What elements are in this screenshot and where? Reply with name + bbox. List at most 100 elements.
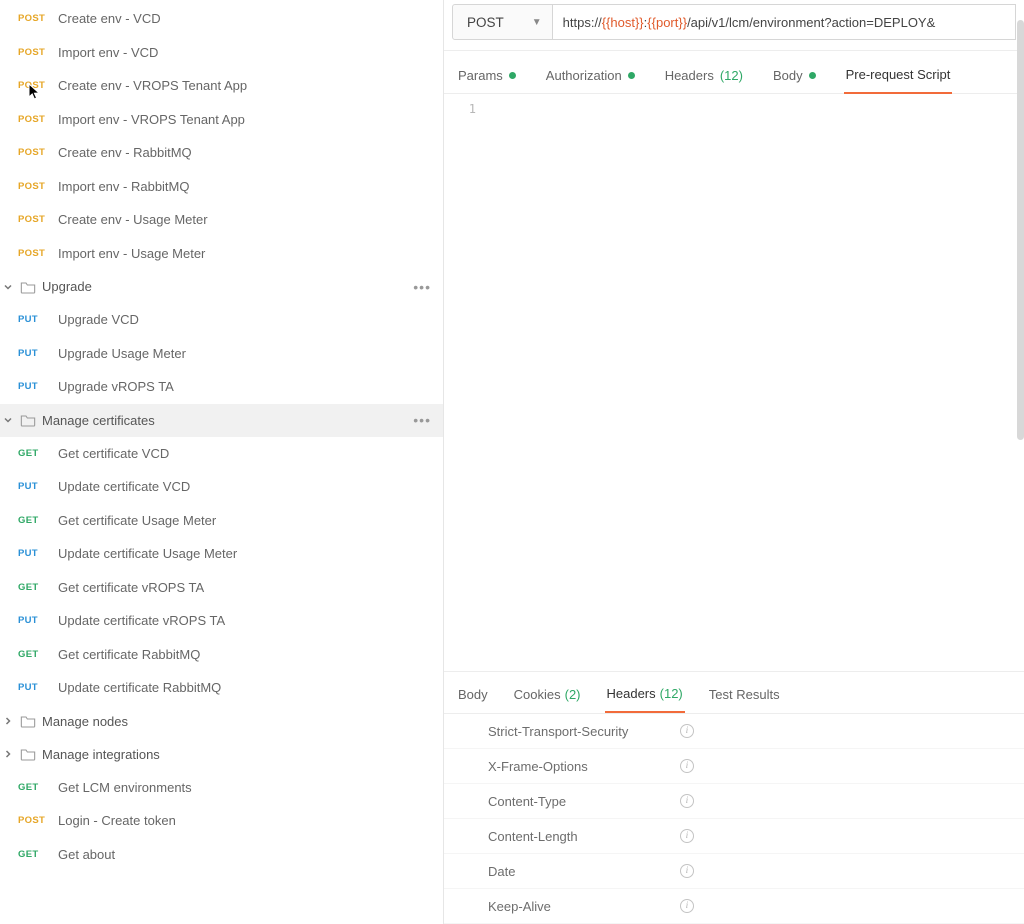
method-badge: POST (18, 214, 50, 225)
method-badge: POST (18, 181, 50, 192)
sidebar-request[interactable]: PUTUpdate certificate Usage Meter (0, 537, 443, 571)
info-icon[interactable]: i (680, 899, 694, 913)
method-badge: PUT (18, 615, 50, 626)
sidebar-request[interactable]: PUTUpgrade vROPS TA (0, 370, 443, 404)
folder-actions-icon[interactable]: ••• (413, 412, 431, 428)
sidebar-request[interactable]: GETGet certificate vROPS TA (0, 571, 443, 605)
request-label: Import env - RabbitMQ (58, 179, 190, 194)
method-badge: PUT (18, 682, 50, 693)
sidebar-folder[interactable]: Manage certificates ••• (0, 404, 443, 437)
sidebar-request[interactable]: POST Import env - VROPS Tenant App (0, 103, 443, 137)
folder-icon (20, 412, 36, 428)
sidebar-request[interactable]: POSTCreate env - VROPS Tenant App (0, 69, 443, 103)
sidebar-request[interactable]: POSTLogin - Create token (0, 804, 443, 838)
folder-actions-icon[interactable]: ••• (413, 279, 431, 295)
response-header-row[interactable]: Datei (444, 854, 1024, 889)
request-label: Get certificate vROPS TA (58, 580, 204, 595)
sidebar-request[interactable]: POST Import env - Usage Meter (0, 237, 443, 271)
sidebar-request[interactable]: PUTUpdate certificate VCD (0, 470, 443, 504)
method-badge: POST (18, 13, 50, 24)
response-header-row[interactable]: Strict-Transport-Securityi (444, 714, 1024, 749)
sidebar-folder[interactable]: Manage integrations (0, 738, 443, 771)
response-tab[interactable]: Headers (12) (605, 680, 685, 713)
tab-label: Pre-request Script (846, 67, 951, 82)
chevron-down-icon (2, 414, 14, 426)
response-tab[interactable]: Cookies (2) (512, 680, 583, 713)
tab-label: Cookies (514, 687, 561, 702)
response-header-row[interactable]: X-Frame-Optionsi (444, 749, 1024, 784)
sidebar-request[interactable]: GETGet certificate RabbitMQ (0, 638, 443, 672)
response-tabs: Body Cookies (2) Headers (12) Test Results (444, 672, 1024, 713)
tab-label: Headers (665, 68, 714, 83)
sidebar-request[interactable]: POSTCreate env - RabbitMQ (0, 136, 443, 170)
request-tab[interactable]: Authorization (544, 61, 637, 93)
main-panel: POST ▼ https://{{host}}:{{port}}/api/v1/… (444, 0, 1024, 924)
request-label: Update certificate VCD (58, 479, 190, 494)
request-label: Upgrade VCD (58, 312, 139, 327)
sidebar-request[interactable]: POSTCreate env - VCD (0, 2, 443, 36)
request-tab[interactable]: Pre-request Script (844, 61, 953, 94)
request-tab[interactable]: Body (771, 61, 818, 93)
info-icon[interactable]: i (680, 794, 694, 808)
response-header-row[interactable]: Keep-Alivei (444, 889, 1024, 924)
response-header-row[interactable]: Content-Typei (444, 784, 1024, 819)
request-label: Create env - Usage Meter (58, 212, 208, 227)
response-tab[interactable]: Body (456, 680, 490, 713)
sidebar-folder[interactable]: Upgrade••• (0, 270, 443, 303)
request-label: Import env - VCD (58, 45, 158, 60)
sidebar-request[interactable]: GETGet certificate VCD (0, 437, 443, 471)
request-tabs: Params Authorization Headers (12) Body Pre-r… (444, 51, 1024, 94)
tab-label: Body (773, 68, 803, 83)
request-label: Import env - VROPS Tenant App (58, 112, 245, 127)
request-label: Upgrade Usage Meter (58, 346, 186, 361)
header-name: X-Frame-Options (488, 759, 680, 774)
sidebar-request[interactable]: PUTUpdate certificate RabbitMQ (0, 671, 443, 705)
folder-label: Manage nodes (42, 714, 128, 729)
sidebar-request[interactable]: POST Create env - Usage Meter (0, 203, 443, 237)
header-name: Content-Type (488, 794, 680, 809)
status-dot-icon (809, 72, 816, 79)
sidebar-request[interactable]: PUTUpgrade VCD (0, 303, 443, 337)
folder-label: Manage certificates (42, 413, 155, 428)
chevron-right-icon (2, 715, 14, 727)
folder-icon (20, 279, 36, 295)
request-label: Create env - RabbitMQ (58, 145, 192, 160)
sidebar-request[interactable]: POSTImport env - VCD (0, 36, 443, 70)
sidebar-folder[interactable]: Manage nodes (0, 705, 443, 738)
sidebar: POSTCreate env - VCDPOSTImport env - VCD… (0, 0, 444, 924)
tab-label: Test Results (709, 687, 780, 702)
request-label: Import env - Usage Meter (58, 246, 205, 261)
method-badge: PUT (18, 348, 50, 359)
folder-label: Manage integrations (42, 747, 160, 762)
sidebar-request[interactable]: GET Get certificate Usage Meter (0, 504, 443, 538)
sidebar-request[interactable]: GETGet about (0, 838, 443, 872)
tab-count: (2) (565, 687, 581, 702)
method-badge: PUT (18, 381, 50, 392)
info-icon[interactable]: i (680, 759, 694, 773)
sidebar-request[interactable]: PUT Update certificate vROPS TA (0, 604, 443, 638)
method-badge: GET (18, 649, 50, 660)
request-tab[interactable]: Headers (12) (663, 61, 745, 93)
info-icon[interactable]: i (680, 829, 694, 843)
sidebar-request[interactable]: POST Import env - RabbitMQ (0, 170, 443, 204)
response-header-row[interactable]: Content-Lengthi (444, 819, 1024, 854)
http-method-value: POST (467, 15, 504, 30)
request-label: Update certificate vROPS TA (58, 613, 225, 628)
response-tab[interactable]: Test Results (707, 680, 782, 713)
header-name: Date (488, 864, 680, 879)
method-badge: POST (18, 114, 50, 125)
info-icon[interactable]: i (680, 724, 694, 738)
sidebar-request[interactable]: PUT Upgrade Usage Meter (0, 337, 443, 371)
tab-label: Params (458, 68, 503, 83)
script-editor[interactable]: 1 (444, 94, 1024, 672)
method-badge: POST (18, 248, 50, 259)
method-badge: GET (18, 515, 50, 526)
request-label: Get certificate Usage Meter (58, 513, 216, 528)
request-tab[interactable]: Params (456, 61, 518, 93)
status-dot-icon (628, 72, 635, 79)
request-url-input[interactable]: https://{{host}}:{{port}}/api/v1/lcm/env… (553, 4, 1016, 40)
method-badge: POST (18, 815, 50, 826)
http-method-select[interactable]: POST ▼ (452, 4, 553, 40)
info-icon[interactable]: i (680, 864, 694, 878)
sidebar-request[interactable]: GETGet LCM environments (0, 771, 443, 805)
